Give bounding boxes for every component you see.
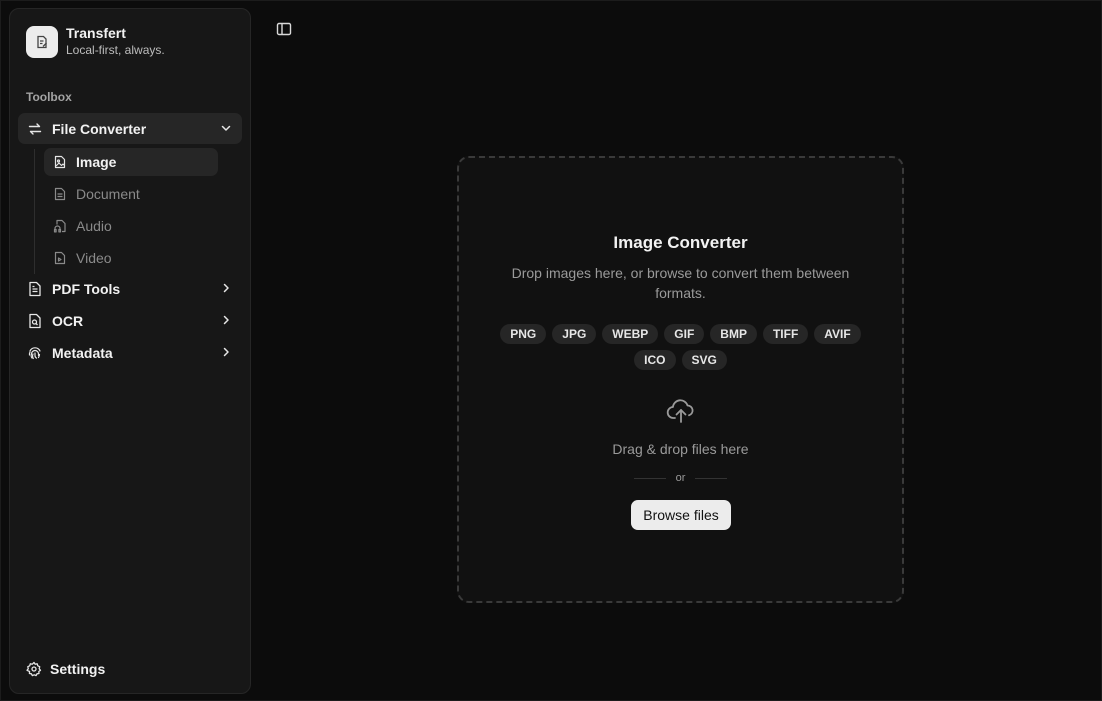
sidebar-item-label: File Converter — [52, 120, 147, 137]
format-badge: PNG — [500, 324, 547, 344]
sidebar-subitem-label: Audio — [76, 218, 112, 234]
app-name: Transfert — [66, 25, 126, 41]
file-audio-icon — [52, 218, 68, 234]
sidebar-item-ocr[interactable]: OCR — [18, 305, 242, 336]
brand[interactable]: Transfert Local-first, always. — [26, 25, 165, 58]
sidebar-subitem-image[interactable]: Image — [44, 148, 218, 176]
browse-files-button[interactable]: Browse files — [631, 500, 731, 530]
file-doc-icon — [52, 186, 68, 202]
app-tagline: Local-first, always. — [66, 43, 165, 57]
format-list: PNG JPG WEBP GIF BMP TIFF AVIF ICO SVG — [499, 324, 862, 370]
drag-drop-hint: Drag & drop files here — [612, 441, 749, 457]
sidebar-item-label: OCR — [52, 312, 84, 329]
format-badge: TIFF — [762, 324, 809, 344]
arrows-swap-icon — [26, 120, 44, 138]
format-badge: BMP — [710, 324, 757, 344]
sidebar-item-file-converter[interactable]: File Converter — [18, 113, 242, 144]
file-video-icon — [52, 250, 68, 266]
format-badge: ICO — [634, 350, 676, 370]
app-window: Transfert Local-first, always. Toolbox F… — [0, 0, 1102, 701]
format-badge: WEBP — [602, 324, 659, 344]
fingerprint-icon — [26, 344, 44, 362]
dropzone-description: Drop images here, or browse to convert t… — [511, 265, 850, 301]
chevron-right-icon[interactable] — [218, 312, 234, 328]
file-text-icon — [26, 280, 44, 298]
sidebar-subitem-label: Document — [76, 186, 140, 202]
or-label: or — [675, 472, 686, 484]
logo-icon — [26, 25, 58, 58]
divider-line — [633, 477, 666, 479]
page-title: Image Converter — [613, 233, 748, 252]
file-scan-icon — [26, 312, 44, 330]
format-badge: AVIF — [814, 324, 861, 344]
sidebar-subitem-video[interactable]: Video — [44, 244, 218, 272]
sidebar-subitem-label: Video — [76, 250, 112, 266]
sidebar-subitem-document[interactable]: Document — [44, 180, 218, 208]
subtree-line — [34, 149, 35, 274]
sidebar-toggle-button[interactable] — [274, 20, 294, 38]
chevron-right-icon[interactable] — [218, 280, 234, 296]
file-dropzone[interactable]: Image Converter Drop images here, or bro… — [457, 156, 904, 603]
sidebar-subitem-label: Image — [76, 154, 117, 170]
chevron-down-icon[interactable] — [218, 120, 234, 136]
format-badge: SVG — [681, 350, 727, 370]
cloud-upload-icon — [666, 396, 696, 426]
sidebar-item-label: PDF Tools — [52, 280, 121, 297]
chevron-right-icon[interactable] — [218, 344, 234, 360]
settings-button[interactable]: Settings — [18, 655, 242, 683]
divider-line — [695, 477, 728, 479]
or-divider: or — [459, 472, 902, 484]
panel-left-icon — [276, 22, 292, 36]
sidebar-item-label: Metadata — [52, 344, 113, 361]
settings-label: Settings — [50, 661, 106, 677]
section-label-toolbox: Toolbox — [26, 90, 72, 104]
sidebar-item-pdf-tools[interactable]: PDF Tools — [18, 273, 242, 304]
sidebar-item-metadata[interactable]: Metadata — [18, 337, 242, 368]
gear-icon — [26, 661, 42, 677]
sidebar-subitem-audio[interactable]: Audio — [44, 212, 218, 240]
file-image-icon — [52, 154, 68, 170]
format-badge: GIF — [664, 324, 705, 344]
format-badge: JPG — [552, 324, 597, 344]
sidebar: Transfert Local-first, always. Toolbox F… — [9, 8, 251, 694]
